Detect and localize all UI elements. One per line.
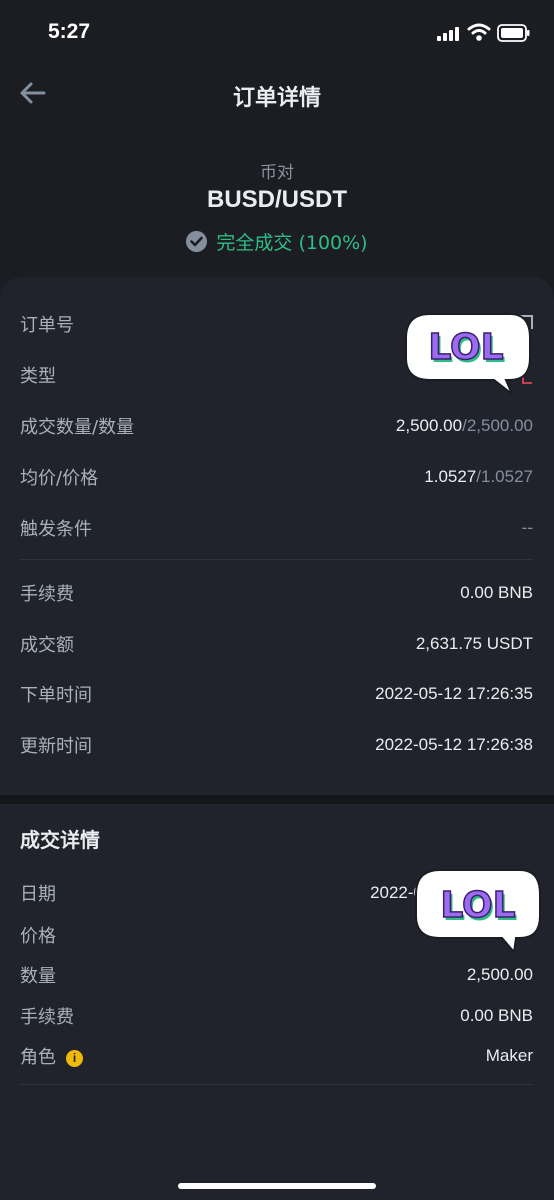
total-value: 2,631.75 USDT: [415, 634, 533, 653]
trade-date-label: 日期: [20, 884, 56, 905]
updated-time-row: 更新时间 2022-05-12 17:26:38: [20, 730, 533, 760]
order-no-label: 订单号: [20, 315, 74, 336]
trigger-label: 触发条件: [20, 519, 92, 540]
filled-value: 2,500.00/2,500.00: [396, 416, 533, 436]
fee-label: 手续费: [20, 584, 74, 605]
updated-time-value: 2022-05-12 17:26:38: [375, 735, 533, 754]
lol-text: LOL: [440, 885, 515, 926]
trigger-value: --: [521, 518, 533, 537]
home-indicator[interactable]: [178, 1183, 376, 1189]
updated-time-label: 更新时间: [20, 736, 92, 757]
info-icon[interactable]: i: [66, 1049, 83, 1067]
created-time-label: 下单时间: [20, 685, 92, 706]
order-status: 完全成交 (100%): [0, 228, 554, 255]
filled-row: 成交数量/数量 2,500.00/2,500.00: [20, 411, 533, 441]
trade-role-row: 角色 i Maker: [20, 1041, 533, 1071]
type-label: 类型: [20, 366, 56, 387]
avg-price-value: 1.0527/1.0527: [424, 467, 533, 487]
wifi-icon: [467, 23, 491, 41]
fee-value: 0.00 BNB: [460, 583, 533, 602]
lol-text: LOL: [428, 327, 503, 368]
trade-details-title: 成交详情: [20, 828, 100, 852]
order-summary: 币对 BUSD/USDT 完全成交 (100%): [0, 124, 554, 294]
signal-icon: [437, 27, 459, 41]
total-row: 成交额 2,631.75 USDT: [20, 629, 533, 659]
avg-price: 1.0527: [424, 467, 477, 486]
created-time-value: 2022-05-12 17:26:35: [375, 684, 533, 703]
status-text: 完全成交 (100%): [216, 232, 368, 254]
page-title: 订单详情: [232, 86, 321, 111]
total-label: 成交额: [20, 635, 74, 656]
trade-qty-value: 2,500.00: [466, 965, 533, 984]
trade-qty-row: 数量 2,500.00: [20, 960, 533, 990]
battery-icon: [497, 24, 530, 42]
trade-fee-row: 手续费 0.00 BNB: [20, 1001, 533, 1031]
status-bar: 5:27: [0, 0, 554, 66]
fee-row: 手续费 0.00 BNB: [20, 578, 533, 608]
role-label-text: 角色: [20, 1047, 56, 1068]
trade-role-value: Maker: [485, 1046, 533, 1065]
order-price: /1.0527: [476, 467, 533, 486]
avg-price-row: 均价/价格 1.0527/1.0527: [20, 462, 533, 492]
header: 订单详情: [0, 66, 554, 124]
divider: [20, 1084, 533, 1085]
lol-sticker: LOL LOL: [415, 869, 541, 954]
trade-role-label: 角色 i: [20, 1043, 83, 1069]
pair-label: 币对: [260, 163, 294, 183]
trade-fee-value: 0.00 BNB: [460, 1006, 533, 1025]
filled-label: 成交数量/数量: [20, 417, 135, 438]
trade-fee-label: 手续费: [20, 1007, 74, 1028]
check-circle-icon: [186, 231, 208, 252]
executed-qty: 2,500.00: [395, 416, 463, 435]
trigger-row: 触发条件 --: [20, 513, 533, 543]
trade-qty-label: 数量: [20, 966, 56, 987]
status-time: 5:27: [48, 20, 91, 43]
pair-value: BUSD/USDT: [206, 186, 347, 213]
trade-price-label: 价格: [20, 926, 56, 947]
order-detail-screen: 5:27 订单详情 币对 BUSD/USDT 完全成交 (100%) 订单号 类…: [0, 0, 554, 1200]
avg-price-label: 均价/价格: [20, 468, 99, 489]
order-qty: /2,500.00: [462, 416, 533, 435]
lol-sticker: LOL LOL: [405, 313, 531, 395]
divider: [20, 559, 533, 560]
trade-details: 成交详情 日期 2022-0 价格 数量 2,500.00 手续费 0.00 B…: [0, 804, 554, 1200]
created-time-row: 下单时间 2022-05-12 17:26:35: [20, 679, 533, 709]
